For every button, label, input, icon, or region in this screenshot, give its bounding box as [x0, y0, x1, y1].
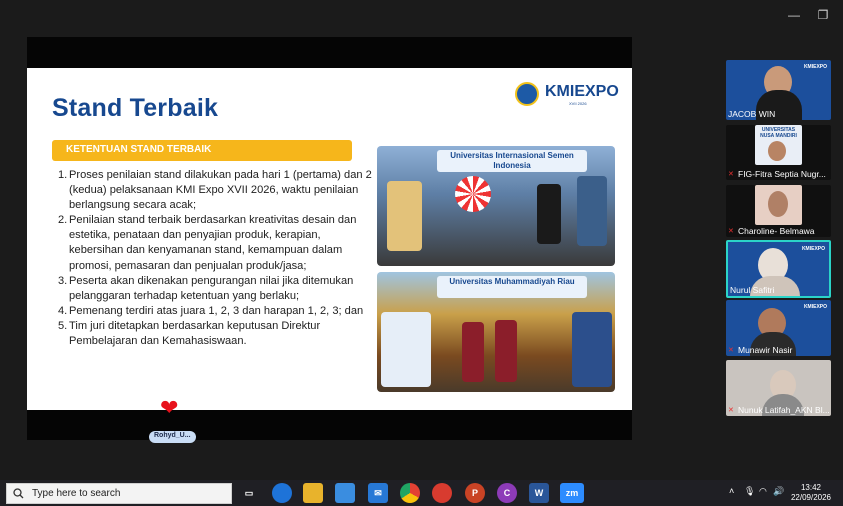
participant-tile[interactable]: ✕ Nunuk Latifah_AKN Bl... [726, 360, 831, 416]
rule-item: 1. Proses penilaian stand dilakukan pada … [58, 169, 372, 212]
wifi-icon[interactable]: ◠ [759, 486, 767, 497]
search-icon [13, 488, 24, 499]
meeting-top-bar: — ❐ [0, 0, 843, 30]
kmi-expo-logo: KMIEXPO [545, 83, 619, 100]
kmi-expo-logo: KMIEXPO [803, 64, 827, 70]
minimize-button[interactable]: — [782, 6, 806, 24]
university-logo-text: UNIVERSITAS NUSA MANDIRI [760, 127, 797, 139]
photo-caption: Universitas Muhammadiyah Riau [437, 276, 587, 298]
opera-icon[interactable] [432, 483, 452, 503]
app-icon[interactable]: C [497, 483, 517, 503]
edge-icon[interactable] [272, 483, 292, 503]
rule-item: 2. Penilaian stand terbaik berdasarkan kr… [58, 214, 357, 272]
zoom-icon[interactable]: zm [560, 483, 584, 503]
system-clock[interactable]: 13:42 22/09/2026 [789, 483, 833, 503]
screen-share-area: Stand Terbaik KMIEXPO XVII 2026 KETENTUA… [27, 37, 632, 443]
participant-tile[interactable]: KMIEXPO ✕ Munawir Nasir [726, 300, 831, 356]
clock-date: 22/09/2026 [790, 493, 832, 502]
slide-title: Stand Terbaik [52, 94, 219, 122]
participant-tile[interactable]: UNIVERSITAS NUSA MANDIRI ✕ FIG-Fitra Sept… [726, 125, 831, 180]
chrome-icon[interactable] [400, 483, 420, 503]
muted-mic-icon: ✕ [728, 227, 734, 235]
participant-tile[interactable]: KMIEXPO JACOB WIN [726, 60, 831, 120]
rules-banner: KETENTUAN STAND TERBAIK [52, 140, 352, 161]
file-explorer-icon[interactable] [303, 483, 323, 503]
word-icon[interactable]: W [529, 483, 549, 503]
windows-taskbar: Type here to search ▭ ✉ P C W zm ˄ 🎙 ◠ 🔊… [0, 480, 843, 506]
muted-mic-icon: ✕ [728, 170, 734, 178]
powerpoint-icon[interactable]: P [465, 483, 485, 503]
kemendikbud-logo-icon [515, 82, 539, 106]
presentation-slide: Stand Terbaik KMIEXPO XVII 2026 KETENTUA… [27, 68, 632, 443]
kmi-expo-logo-sub: XVII 2026 [569, 101, 587, 106]
photo-caption: Universitas Internasional Semen Indonesi… [437, 150, 587, 172]
speaker-icon[interactable]: 🔊 [773, 486, 784, 497]
participant-tile-active-speaker[interactable]: KMIEXPO Nurul Safitri [726, 240, 831, 298]
chevron-up-icon[interactable]: ˄ [729, 486, 734, 496]
muted-mic-icon: ✕ [728, 406, 734, 414]
stand-photo-uisi: Universitas Internasional Semen Indonesi… [377, 146, 615, 266]
taskbar-search-box[interactable]: Type here to search [6, 483, 232, 504]
muted-mic-icon: ✕ [728, 346, 734, 354]
search-placeholder: Type here to search [32, 488, 121, 499]
presenter-name-tag: Rohyd_U... [149, 431, 196, 443]
microphone-icon[interactable]: 🎙 [744, 486, 755, 497]
stand-photo-umri: Universitas Muhammadiyah Riau [377, 272, 615, 392]
clock-time: 13:42 [800, 483, 822, 492]
store-icon[interactable] [335, 483, 355, 503]
participant-tile[interactable]: ✕ Charoline- Belmawa [726, 185, 831, 237]
kmi-expo-logo: KMIEXPO [801, 246, 825, 252]
rule-item: 5. Tim juri ditetapkan berdasarkan keputu… [58, 319, 321, 348]
mail-icon[interactable]: ✉ [368, 483, 388, 503]
rule-item: 4. Pemenang terdiri atas juara 1, 2, 3 da… [58, 304, 364, 317]
restore-button[interactable]: ❐ [811, 6, 835, 24]
heart-reaction-icon: ❤ [160, 395, 179, 420]
rule-item: 3. Peserta akan dikenakan pengurangan nil… [58, 274, 354, 302]
task-view-icon[interactable]: ▭ [239, 483, 259, 503]
rules-list: 1. Proses penilaian stand dilakukan pada … [58, 168, 372, 349]
kmi-expo-logo: KMIEXPO [803, 304, 827, 310]
